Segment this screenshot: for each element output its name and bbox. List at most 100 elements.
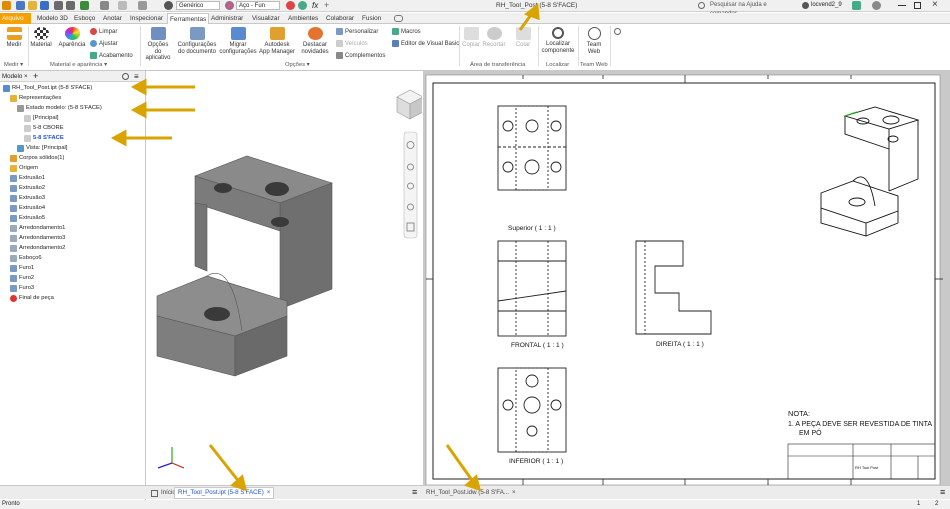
complementos-button[interactable]: Complementos: [336, 52, 385, 59]
tab-ferramentas[interactable]: Ferramentas: [167, 13, 210, 24]
recortar-button[interactable]: Recortar: [482, 27, 506, 49]
browser-item[interactable]: 5-8 CBORE: [24, 123, 64, 133]
browser-item[interactable]: Extrusão1: [10, 173, 45, 183]
macros-button[interactable]: Macros: [392, 28, 421, 35]
appearance-dropdown[interactable]: Aço - Fun: [236, 1, 280, 10]
minimize-button[interactable]: [898, 5, 906, 6]
copiar-button[interactable]: Copiar: [461, 27, 481, 49]
close-button[interactable]: ×: [932, 0, 938, 10]
browser-item[interactable]: [Principal]: [24, 113, 58, 123]
autodesk-app-manager-button[interactable]: Autodesk App Manager: [258, 27, 296, 55]
close-tab-icon[interactable]: ×: [267, 487, 271, 499]
browser-item[interactable]: Arredondamento3: [10, 233, 65, 243]
search-icon[interactable]: [698, 2, 705, 9]
browser-item[interactable]: Corpos sólidos(1): [10, 153, 64, 163]
personalizar-button[interactable]: Personalizar: [336, 28, 378, 35]
cart-icon[interactable]: [852, 1, 861, 10]
tab-arquivo[interactable]: Arquivo: [0, 13, 31, 24]
material-sphere-icon: [164, 1, 173, 10]
medir-button[interactable]: Medir: [3, 27, 25, 49]
team-web-button[interactable]: Team Web: [580, 27, 608, 55]
ribbon-options-icon[interactable]: [394, 15, 403, 22]
browser-item[interactable]: Arredondamento2: [10, 243, 65, 253]
adjust-icon[interactable]: [298, 1, 307, 10]
tool-post-part[interactable]: [156, 155, 333, 377]
drawing-viewport[interactable]: Superior ( 1 : 1 ) FRONTAL ( 1 : 1 ) DIR…: [423, 71, 950, 486]
group-label-opcoes[interactable]: Opções ▾: [285, 62, 310, 68]
localizar-componente-button[interactable]: Localizar componente: [540, 27, 576, 54]
tab-part-document[interactable]: RH_Tool_Post.ipt (5-8 S'FACE) ×: [174, 487, 275, 499]
migrar-button[interactable]: Migrar configurações: [219, 27, 257, 55]
select-icon[interactable]: [100, 1, 109, 10]
tab-fusion[interactable]: Fusion: [360, 13, 383, 24]
tab-anotar[interactable]: Anotar: [101, 13, 124, 24]
ribbon-overflow-icon[interactable]: [614, 28, 621, 35]
print-icon[interactable]: [138, 1, 147, 10]
browser-item[interactable]: Final de peça: [10, 293, 54, 303]
user-name[interactable]: locvend2_9: [811, 2, 842, 8]
tab-administrar[interactable]: Administrar: [209, 13, 245, 24]
tab-ambientes[interactable]: Ambientes: [286, 13, 320, 24]
veiculos-button[interactable]: Veículos: [336, 40, 368, 47]
ajustar-button[interactable]: Ajustar: [90, 40, 118, 47]
destacar-novidades-button[interactable]: Destacar novidades: [298, 27, 332, 55]
search-field[interactable]: Pesquisar na Ajuda e comandos...: [710, 1, 800, 17]
help-icon[interactable]: [872, 1, 881, 10]
configuracoes-documento-button[interactable]: Configurações do documento: [176, 27, 218, 55]
update-icon[interactable]: [118, 1, 127, 10]
clear-appearance-icon[interactable]: [286, 1, 295, 10]
browser-item[interactable]: Esboço6: [10, 253, 42, 263]
opcoes-aplicativo-button[interactable]: Opções do aplicativo: [142, 27, 174, 62]
browser-search-icon[interactable]: [122, 73, 129, 80]
tab-inspecionar[interactable]: Inspecionar: [128, 13, 165, 24]
model-viewport[interactable]: [147, 71, 424, 485]
browser-item[interactable]: Origem: [10, 163, 38, 173]
acabamento-button[interactable]: Acabamento: [90, 52, 133, 59]
browser-menu-icon[interactable]: ≡: [134, 71, 139, 82]
browser-item[interactable]: 5-8 S'FACE: [24, 133, 64, 143]
limpar-button[interactable]: Limpar: [90, 28, 117, 35]
add-tab-icon[interactable]: +: [33, 71, 38, 82]
app-logo-icon[interactable]: [2, 1, 11, 10]
browser-item[interactable]: Vista: [Principal]: [17, 143, 67, 153]
plus-icon[interactable]: +: [324, 1, 333, 10]
browser-item[interactable]: Extrusão3: [10, 193, 45, 203]
colar-button[interactable]: Colar: [512, 27, 534, 49]
aparencia-button[interactable]: Aparência: [58, 27, 86, 49]
material-dropdown[interactable]: Genérico: [176, 1, 220, 10]
tab-visualizar[interactable]: Visualizar: [250, 13, 282, 24]
group-label-medir[interactable]: Medir ▾: [4, 62, 23, 68]
browser-item[interactable]: Extrusão5: [10, 213, 45, 223]
browser-item[interactable]: RH_Tool_Post.ipt (5-8 S'FACE): [3, 83, 92, 93]
browser-tab-modelo[interactable]: Modelo ×: [2, 73, 28, 80]
navigation-bar[interactable]: [403, 131, 418, 239]
user-icon[interactable]: [802, 2, 809, 9]
undo-icon[interactable]: [54, 1, 63, 10]
tab-colaborar[interactable]: Colaborar: [324, 13, 356, 24]
browser-item[interactable]: Extrusão2: [10, 183, 45, 193]
browser-item[interactable]: Estado modelo: (5-8 S'FACE): [17, 103, 102, 113]
group-label-material[interactable]: Material e aparência ▾: [50, 62, 107, 68]
tabs-menu-icon[interactable]: ≡: [412, 487, 417, 497]
tab-modelo-3d[interactable]: Modelo 3D: [35, 13, 70, 24]
home-icon[interactable]: [80, 1, 89, 10]
restore-button[interactable]: [914, 2, 921, 9]
save-icon[interactable]: [40, 1, 49, 10]
drawing-tabs-menu-icon[interactable]: ≡: [940, 487, 945, 497]
open-icon[interactable]: [28, 1, 37, 10]
new-icon[interactable]: [16, 1, 25, 10]
close-tab-icon[interactable]: ×: [512, 487, 516, 499]
browser-item[interactable]: Arredondamento1: [10, 223, 65, 233]
browser-item[interactable]: Furo3: [10, 283, 34, 293]
redo-icon[interactable]: [66, 1, 75, 10]
editor-vb-button[interactable]: Editor de Visual Basic: [392, 40, 459, 47]
browser-item[interactable]: Furo1: [10, 263, 34, 273]
tab-esboco[interactable]: Esboço: [72, 13, 97, 24]
browser-item[interactable]: Representações: [10, 93, 61, 103]
browser-item[interactable]: Furo2: [10, 273, 34, 283]
view-cube[interactable]: [396, 89, 424, 120]
tab-drawing-document[interactable]: RH_Tool_Post.idw (5-8 S'FA... ×: [423, 487, 519, 499]
browser-item[interactable]: Extrusão4: [10, 203, 45, 213]
fx-icon[interactable]: fx: [312, 1, 321, 10]
material-button[interactable]: Material: [30, 27, 52, 49]
